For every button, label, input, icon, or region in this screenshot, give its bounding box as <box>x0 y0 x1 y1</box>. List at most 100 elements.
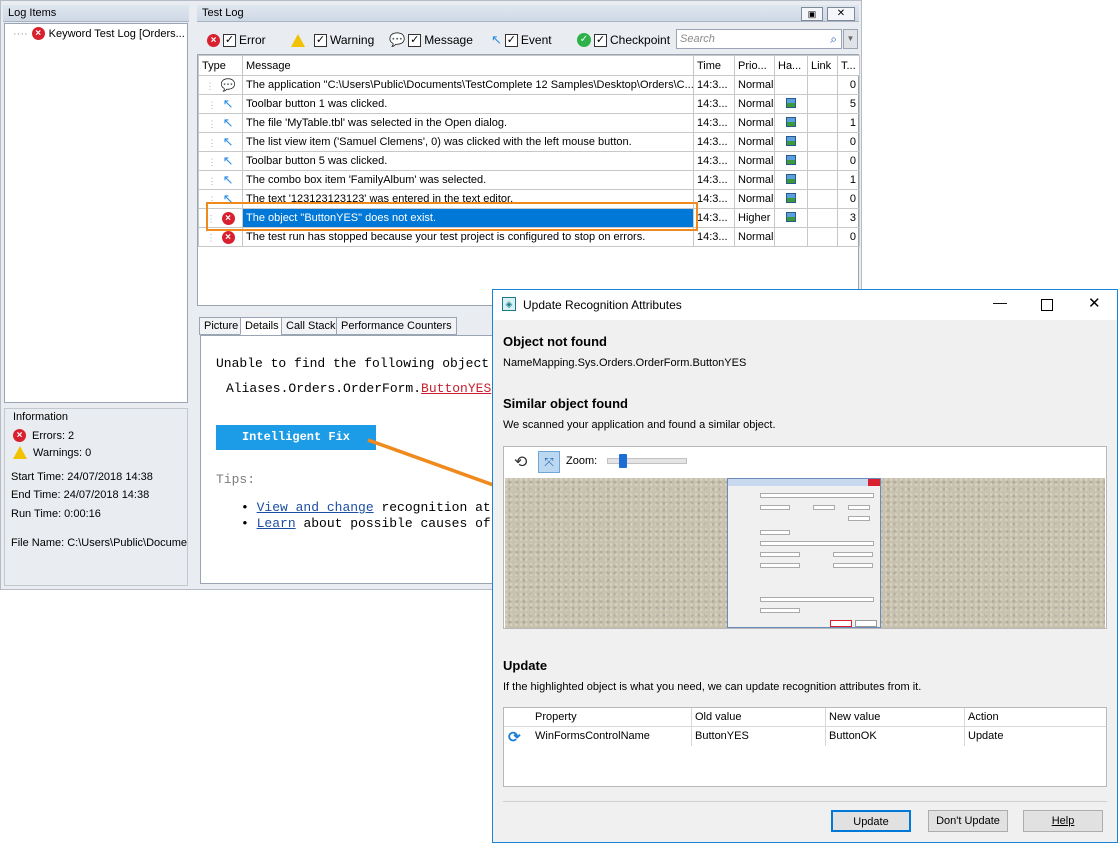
priority-cell: Normal <box>734 227 775 247</box>
object-not-found-path: NameMapping.Sys.Orders.OrderForm.ButtonY… <box>503 357 747 369</box>
column-header[interactable]: T... <box>837 55 860 76</box>
col-action: Action <box>964 708 999 727</box>
error-icon: × <box>221 230 235 244</box>
type-cell: ⋮ ↖ <box>198 151 243 171</box>
tab-picture[interactable]: Picture <box>199 317 244 335</box>
close-button[interactable]: ✕ <box>827 7 855 21</box>
checkpoint-checkbox[interactable]: ✓ <box>594 33 607 47</box>
object-not-found-heading: Object not found <box>503 334 607 349</box>
priority-cell: Normal <box>734 151 775 171</box>
dialog-close-button[interactable]: ✕ <box>1088 294 1101 312</box>
log-row[interactable]: ⋮ ↖ Toolbar button 1 was clicked. 14:3... N… <box>198 94 860 114</box>
warning-checkbox[interactable]: ✓ <box>314 33 327 47</box>
event-checkbox[interactable]: ✓ <box>504 33 518 47</box>
link-cell <box>807 132 838 152</box>
picture-icon[interactable] <box>786 154 796 165</box>
picture-icon[interactable] <box>786 173 796 184</box>
picture-icon[interactable] <box>786 97 796 108</box>
filter-error[interactable]: × ✓ Error <box>207 32 266 48</box>
tab-performance-counters[interactable]: Performance Counters <box>336 317 457 335</box>
tab-details[interactable]: Details <box>240 317 284 335</box>
error-checkbox[interactable]: ✓ <box>223 33 236 47</box>
search-input[interactable]: Search ⌕ <box>676 29 842 49</box>
screenshot-preview <box>505 478 1105 628</box>
filter-checkpoint[interactable]: ✓ ✓ Checkpoint <box>577 32 670 48</box>
time-cell: 14:3... <box>693 208 735 228</box>
view-and-change-link[interactable]: View and change <box>257 500 374 515</box>
minimize-button[interactable]: — <box>993 294 1007 310</box>
zoom-label: Zoom: <box>566 455 598 467</box>
log-row[interactable]: ⋮ ↖ The list view item ('Samuel Clemens',… <box>198 132 860 152</box>
log-row[interactable]: ⋮ ↖ Toolbar button 5 was clicked. 14:3... N… <box>198 151 860 171</box>
filter-warning[interactable]: ✓ Warning <box>291 32 374 48</box>
column-header[interactable]: Type <box>198 55 243 76</box>
update-button[interactable]: Update <box>831 810 911 832</box>
tips-label: Tips: <box>216 472 256 487</box>
picture-icon[interactable] <box>786 116 796 127</box>
attribute-row[interactable]: ⟳ WinFormsControlName ButtonYES ButtonOK… <box>504 727 1106 746</box>
count-cell: 0 <box>837 132 860 152</box>
help-button[interactable]: Help <box>1023 810 1103 832</box>
log-item[interactable]: ···· × Keyword Test Log [Orders... <box>13 27 185 40</box>
restore-button[interactable]: ▣ <box>801 7 823 21</box>
time-cell: 14:3... <box>693 189 735 209</box>
search-dropdown-button[interactable]: ▼ <box>843 29 858 49</box>
count-cell: 5 <box>837 94 860 114</box>
log-items-tree[interactable]: ···· × Keyword Test Log [Orders... <box>4 23 188 403</box>
log-row[interactable]: ⋮ ↖ The file 'MyTable.tbl' was selected i… <box>198 113 860 133</box>
tab-call-stack[interactable]: Call Stack <box>281 317 341 335</box>
column-header[interactable]: Message <box>242 55 694 76</box>
row-old-value: ButtonYES <box>691 727 749 746</box>
intelligent-fix-button[interactable]: Intelligent Fix <box>216 425 376 450</box>
learn-link[interactable]: Learn <box>257 516 296 531</box>
picture-cell <box>774 94 808 114</box>
count-cell: 0 <box>837 189 860 209</box>
column-header[interactable]: Link <box>807 55 838 76</box>
file-name: File Name: C:\Users\Public\Documer <box>11 537 187 549</box>
picture-cell <box>774 189 808 209</box>
priority-cell: Normal <box>734 94 775 114</box>
time-cell: 14:3... <box>693 94 735 114</box>
details-alias: Aliases.Orders.OrderForm.ButtonYES <box>226 381 492 396</box>
picture-icon[interactable] <box>786 192 796 203</box>
time-cell: 14:3... <box>693 113 735 133</box>
picture-cell <box>774 208 808 228</box>
message-checkbox[interactable]: ✓ <box>408 33 422 47</box>
type-cell: ⋮ ↖ <box>198 113 243 133</box>
run-time: Run Time: 0:00:16 <box>11 508 101 520</box>
alias-object-link[interactable]: ButtonYES <box>421 381 491 396</box>
count-cell: 0 <box>837 75 860 95</box>
filter-event[interactable]: ↖ ✓ Event <box>491 32 552 48</box>
preview-panel: ⟲ ⤧ Zoom: <box>503 446 1107 629</box>
log-row[interactable]: ⋮ 💬 The application "C:\Users\Public\Docu… <box>198 75 860 95</box>
refresh-search-icon[interactable]: ⟲ <box>514 452 527 472</box>
cursor-icon: ↖ <box>491 32 502 47</box>
message-cell: Toolbar button 1 was clicked. <box>242 94 694 114</box>
filter-message[interactable]: 💬 ✓ Message <box>389 32 473 48</box>
col-property: Property <box>535 711 577 723</box>
priority-cell: Normal <box>734 132 775 152</box>
search-icon[interactable]: ⌕ <box>830 32 837 47</box>
picture-icon[interactable] <box>786 135 796 146</box>
zoom-slider[interactable] <box>607 454 687 468</box>
dont-update-button[interactable]: Don't Update <box>928 810 1008 832</box>
priority-cell: Normal <box>734 189 775 209</box>
picture-cell <box>774 113 808 133</box>
fit-to-view-icon[interactable]: ⤧ <box>538 451 560 473</box>
cursor-icon: ↖ <box>222 96 234 111</box>
column-header[interactable]: Ha... <box>774 55 808 76</box>
column-header[interactable]: Prio... <box>734 55 775 76</box>
count-cell: 3 <box>837 208 860 228</box>
row-action[interactable]: Update <box>964 727 1003 746</box>
column-header[interactable]: Time <box>693 55 735 76</box>
maximize-button[interactable] <box>1041 299 1053 311</box>
zoom-slider-thumb[interactable] <box>618 454 627 468</box>
col-new-value: New value <box>825 708 880 727</box>
log-row[interactable]: ⋮ ↖ The combo box item 'FamilyAlbum' was … <box>198 170 860 190</box>
warnings-count: Warnings: 0 <box>13 446 91 459</box>
error-icon: × <box>207 33 220 47</box>
row-new-value: ButtonOK <box>825 727 877 746</box>
attributes-header: Property Old value New value Action <box>504 708 1106 727</box>
picture-icon[interactable] <box>786 211 796 222</box>
message-cell: The file 'MyTable.tbl' was selected in t… <box>242 113 694 133</box>
